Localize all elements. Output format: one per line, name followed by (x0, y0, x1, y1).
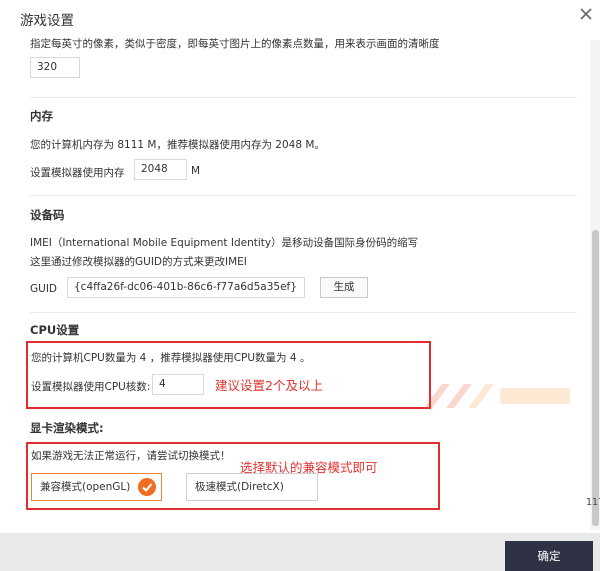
guid-label: GUID (30, 283, 58, 295)
divider (30, 195, 577, 196)
cpu-annotation: 建议设置2个及以上 (215, 378, 323, 393)
guid-input[interactable]: {c4ffa26f-dc06-401b-86c6-f77a6d5a35ef} (67, 277, 305, 298)
dialog-titlebar: 游戏设置 (0, 0, 600, 34)
dpi-description: 指定每英寸的像素，类似于密度，即每英寸图片上的像素点数量，用来表示画面的清晰度 (30, 38, 440, 50)
compat-mode-label: 兼容模式(openGL) (40, 481, 131, 493)
dialog-title: 游戏设置 (20, 13, 74, 29)
divider (30, 312, 577, 313)
compat-mode-option[interactable]: 兼容模式(openGL) (31, 473, 162, 501)
memory-label: 设置模拟器使用内存 (30, 167, 125, 179)
watermark-logo (424, 384, 570, 408)
generate-button[interactable]: 生成 (320, 277, 368, 298)
memory-info: 您的计算机内存为 8111 M，推荐模拟器使用内存为 2048 M。 (30, 139, 325, 151)
close-icon[interactable] (578, 6, 594, 22)
page-number: 117 (586, 497, 600, 508)
memory-heading: 内存 (30, 109, 53, 123)
dpi-input[interactable]: 320 (30, 57, 80, 78)
memory-input[interactable]: 2048 (134, 159, 187, 180)
checkmark-icon (138, 478, 156, 496)
scrollbar-thumb[interactable] (592, 230, 599, 526)
ok-button[interactable]: 确定 (505, 541, 593, 571)
settings-dialog: 游戏设置 指定每英寸的像素，类似于密度，即每英寸图片上的像素点数量，用来表示画面… (0, 0, 600, 571)
fast-mode-label: 极速模式(DiretcX) (195, 481, 284, 493)
cpu-info: 您的计算机CPU数量为 4 ，推荐模拟器使用CPU数量为 4 。 (31, 352, 311, 364)
memory-unit: M (191, 165, 201, 177)
cpu-heading: CPU设置 (30, 323, 80, 337)
gpu-heading: 显卡渲染模式: (30, 421, 104, 435)
guid-description: 这里通过修改模拟器的GUID的方式来更改IMEI (30, 256, 247, 268)
fast-mode-option[interactable]: 极速模式(DiretcX) (186, 473, 318, 501)
gpu-hint: 如果游戏无法正常运行，请尝试切换模式！ (31, 450, 231, 462)
device-heading: 设备码 (30, 208, 65, 222)
imei-description: IMEI（International Mobile Equipment Iden… (30, 237, 419, 249)
cpu-input[interactable]: 4 (152, 374, 204, 395)
cpu-label: 设置模拟器使用CPU核数: (31, 381, 151, 393)
divider (30, 97, 577, 98)
